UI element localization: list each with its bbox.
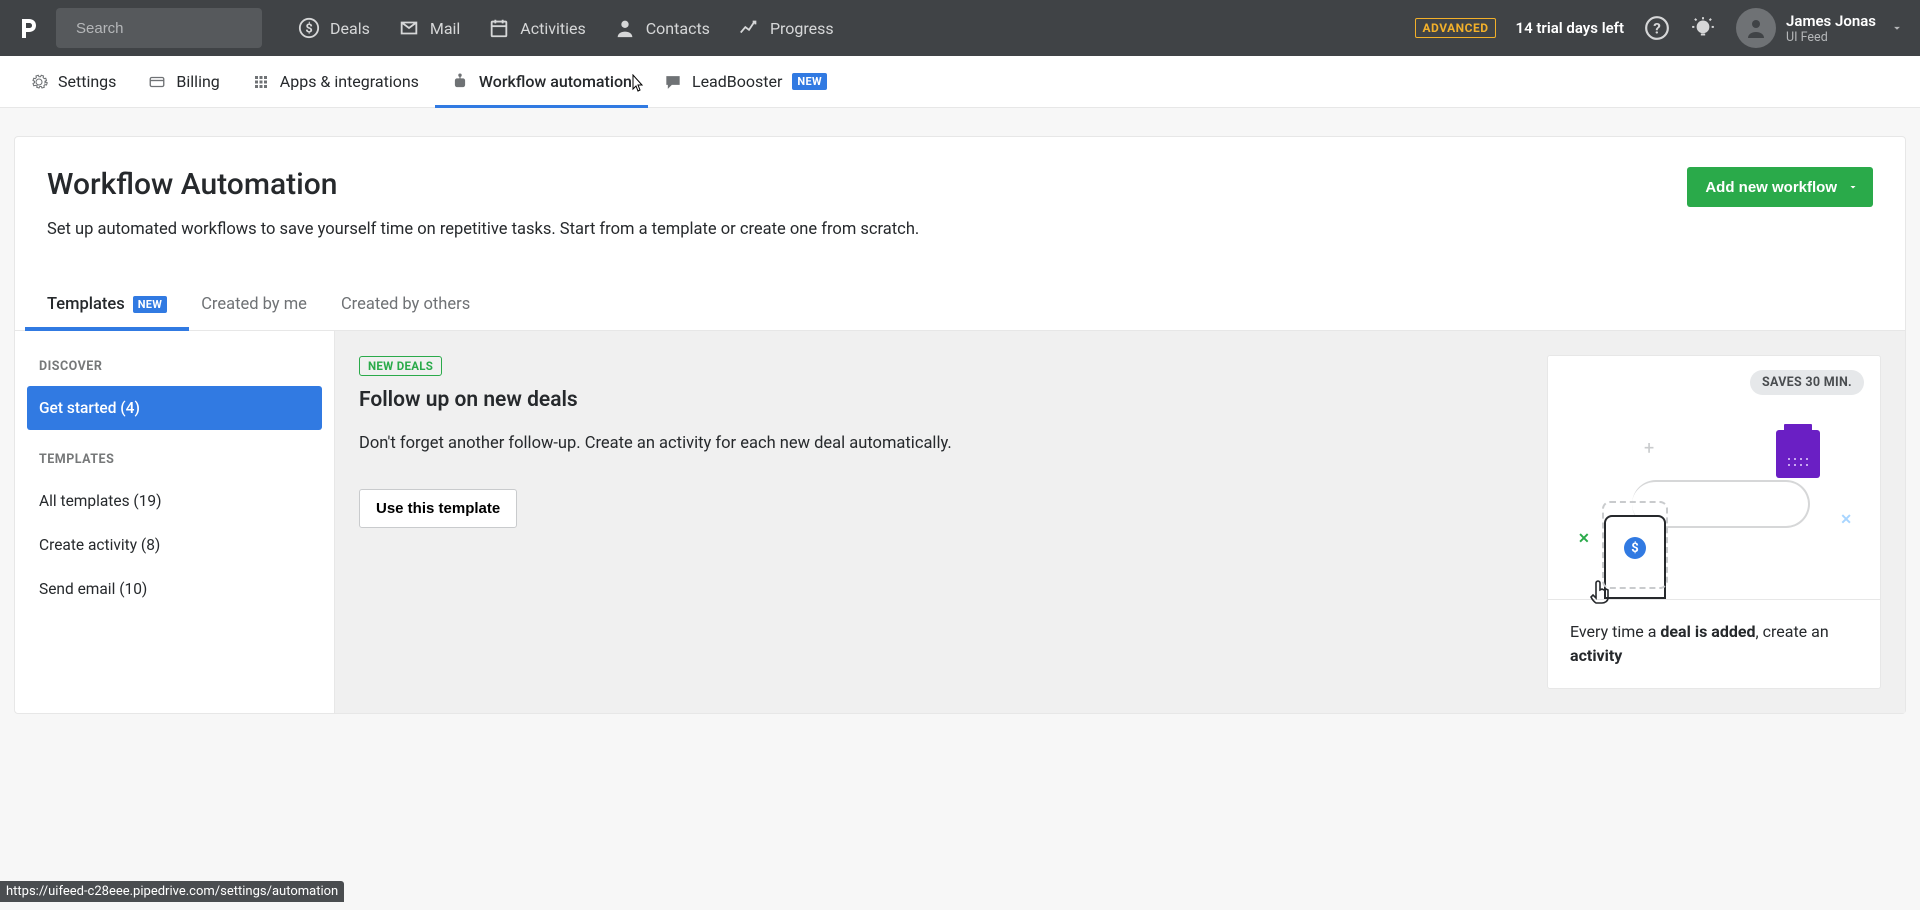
plus-icon: + (1644, 438, 1654, 459)
sidebar-head-discover: DISCOVER (27, 355, 322, 386)
user-name: James Jonas (1786, 12, 1876, 30)
x-blue-icon: ✕ (1840, 512, 1852, 528)
caret-down-icon (1847, 181, 1859, 193)
subnav-billing-label: Billing (176, 72, 219, 91)
dollar-dot-icon: $ (1624, 537, 1646, 559)
card-icon (148, 73, 166, 91)
sidebar-head-templates: TEMPLATES (27, 448, 322, 479)
nav-mail-label: Mail (430, 19, 460, 38)
dollar-icon: $ (298, 17, 320, 39)
nav-activities[interactable]: Activities (488, 17, 585, 39)
subnav-workflow[interactable]: Workflow automation (451, 56, 632, 108)
chevron-down-icon (1890, 21, 1904, 35)
subnav-workflow-label: Workflow automation (479, 72, 632, 91)
new-badge: NEW (792, 73, 826, 90)
sub-nav: Settings Billing Apps & integrations Wor… (0, 56, 1920, 108)
hand-icon (1588, 575, 1612, 605)
nav-progress-label: Progress (770, 19, 834, 38)
tab-created-others[interactable]: Created by others (341, 295, 470, 330)
nav-progress[interactable]: Progress (738, 17, 834, 39)
subnav-settings-label: Settings (58, 72, 116, 91)
search-box[interactable] (56, 8, 262, 48)
tab-created-me[interactable]: Created by me (201, 295, 307, 330)
nav-contacts-label: Contacts (646, 19, 710, 38)
tabs: Templates NEW Created by me Created by o… (15, 295, 1905, 331)
subnav-billing[interactable]: Billing (148, 56, 219, 108)
subnav-settings[interactable]: Settings (30, 56, 116, 108)
tab-created-others-label: Created by others (341, 295, 470, 314)
status-bar: https://uifeed-c28eee.pipedrive.com/sett… (0, 881, 344, 902)
tab-templates-badge: NEW (133, 296, 167, 313)
user-sub: UI Feed (1786, 30, 1876, 45)
person-icon (614, 17, 636, 39)
robot-icon (451, 73, 469, 91)
templates-sidebar: DISCOVER Get started (4) TEMPLATES All t… (15, 331, 335, 713)
page-title: Workflow Automation (47, 167, 919, 202)
template-detail: NEW DEALS Follow up on new deals Don't f… (335, 331, 1905, 713)
calendar-illus-icon (1776, 430, 1820, 478)
search-input[interactable] (76, 20, 275, 37)
template-desc: Don't forget another follow-up. Create a… (359, 434, 1523, 453)
mail-icon (398, 17, 420, 39)
advanced-badge: ADVANCED (1415, 18, 1495, 38)
avatar (1736, 8, 1776, 48)
subnav-apps-label: Apps & integrations (280, 72, 419, 91)
sidebar-item-send-email[interactable]: Send email (10) (27, 567, 322, 611)
nav-deals-label: Deals (330, 19, 370, 38)
gear-icon (30, 73, 48, 91)
bulb-icon[interactable] (1690, 15, 1716, 41)
page-desc: Set up automated workflows to save yours… (47, 220, 919, 239)
sidebar-item-create-activity[interactable]: Create activity (8) (27, 523, 322, 567)
illustration: + ✕ ✕ $ (1548, 356, 1880, 599)
progress-icon (738, 17, 760, 39)
nav-contacts[interactable]: Contacts (614, 17, 710, 39)
subnav-apps[interactable]: Apps & integrations (252, 56, 419, 108)
help-icon[interactable]: ? (1644, 15, 1670, 41)
chat-icon (664, 73, 682, 91)
subnav-leadbooster-label: LeadBooster (692, 72, 782, 91)
nav-activities-label: Activities (520, 19, 585, 38)
panel: Workflow Automation Set up automated wor… (14, 136, 1906, 714)
x-green-icon: ✕ (1578, 531, 1590, 547)
logo[interactable] (16, 16, 40, 40)
add-workflow-label: Add new workflow (1705, 179, 1837, 196)
preview-text: Every time a deal is added, create an ac… (1548, 600, 1880, 688)
template-preview: SAVES 30 MIN. + ✕ ✕ $ (1547, 355, 1881, 689)
add-workflow-button[interactable]: Add new workflow (1687, 167, 1873, 207)
trial-text[interactable]: 14 trial days left (1516, 19, 1625, 37)
tab-templates[interactable]: Templates NEW (47, 295, 167, 330)
top-nav: $ Deals Mail Activities Contacts Progres… (0, 0, 1920, 56)
use-template-button[interactable]: Use this template (359, 489, 517, 528)
template-title: Follow up on new deals (359, 388, 1523, 412)
nav-mail[interactable]: Mail (398, 17, 460, 39)
sidebar-item-get-started[interactable]: Get started (4) (27, 386, 322, 430)
subnav-leadbooster[interactable]: LeadBooster NEW (664, 56, 827, 108)
sidebar-item-all[interactable]: All templates (19) (27, 479, 322, 523)
apps-icon (252, 73, 270, 91)
svg-text:?: ? (1653, 19, 1661, 37)
user-menu[interactable]: James Jonas UI Feed (1736, 8, 1904, 48)
template-category-badge: NEW DEALS (359, 356, 442, 376)
nav-deals[interactable]: $ Deals (298, 17, 370, 39)
svg-text:$: $ (305, 22, 312, 37)
card-illus: $ (1604, 515, 1666, 599)
tab-templates-label: Templates (47, 295, 125, 314)
calendar-icon (488, 17, 510, 39)
tab-created-me-label: Created by me (201, 295, 307, 314)
